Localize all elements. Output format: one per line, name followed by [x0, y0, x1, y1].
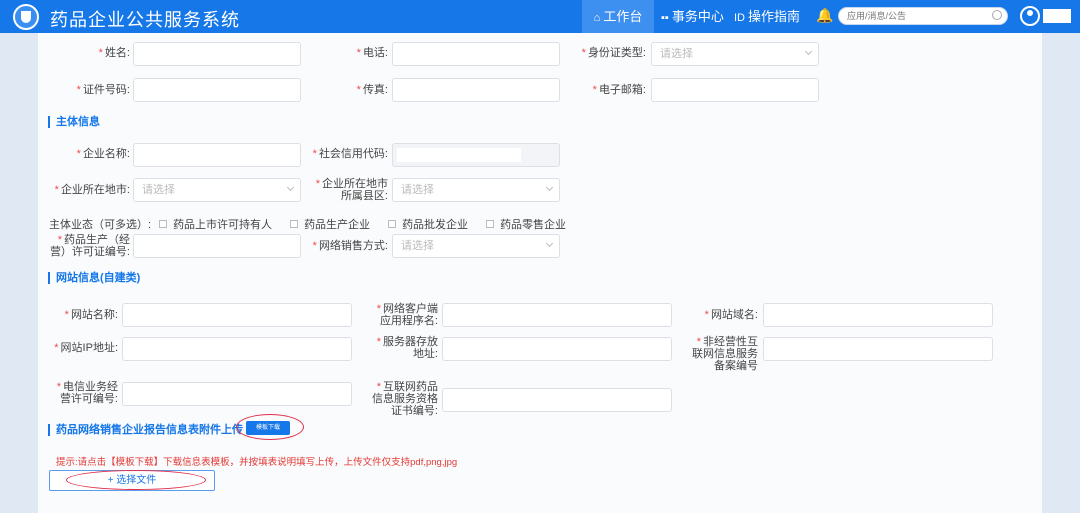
client-name-input[interactable]	[442, 303, 672, 327]
section-subject-info: 主体信息	[48, 116, 100, 128]
icp-label: * 非经营性互 联网信息服务 备案编号	[692, 336, 758, 372]
checkbox-retailer[interactable]: 药品零售企业	[486, 216, 566, 232]
name-input[interactable]	[133, 42, 301, 66]
annotation-circle	[236, 414, 304, 440]
credit-code-label: * 社会信用代码:	[312, 148, 388, 160]
domain-input[interactable]	[763, 303, 993, 327]
section-website-info: 网站信息(自建类)	[48, 272, 140, 284]
drug-info-input[interactable]	[442, 388, 672, 412]
email-label: * 电子邮箱:	[592, 84, 646, 96]
email-input[interactable]	[651, 78, 819, 102]
checkbox-manufacturer[interactable]: 药品生产企业	[290, 216, 370, 232]
user-name[interactable]	[1043, 9, 1071, 23]
chevron-down-icon	[545, 239, 554, 248]
chevron-down-icon	[804, 47, 813, 56]
ip-label: * 网站IP地址:	[54, 342, 118, 354]
name-label: * 姓名:	[98, 47, 130, 59]
license-label: * 药品生产（经 营）许可证编号:	[49, 234, 130, 258]
site-name-label: * 网站名称:	[64, 309, 118, 321]
top-header: 药品企业公共服务系统 ⌂ 工作台 ▪▪ 事务中心 ID 操作指南 🔔	[0, 0, 1080, 33]
section-upload: 药品网络销售企业报告信息表附件上传	[48, 424, 243, 436]
city-label: * 企业所在地市:	[54, 184, 130, 196]
grid-icon: ▪▪	[661, 12, 669, 24]
checkbox-wholesaler[interactable]: 药品批发企业	[388, 216, 468, 232]
server-input[interactable]	[442, 337, 672, 361]
checkbox-box[interactable]	[159, 220, 168, 228]
checkbox-box[interactable]	[290, 220, 299, 228]
id-card-icon: ID	[734, 12, 745, 24]
company-name-input[interactable]	[133, 143, 301, 167]
search-box[interactable]	[838, 7, 1008, 25]
icp-input[interactable]	[763, 337, 993, 361]
checkbox-mah[interactable]: 药品上市许可持有人	[159, 216, 272, 232]
search-icon[interactable]	[992, 10, 1002, 20]
id-number-label: * 证件号码:	[76, 84, 130, 96]
county-select[interactable]: 请选择	[392, 178, 560, 202]
nav-guide[interactable]: ID 操作指南	[734, 0, 800, 33]
telecom-label: * 电信业务经 营许可编号:	[56, 381, 118, 405]
domain-label: * 网站域名:	[704, 309, 758, 321]
app-title: 药品企业公共服务系统	[50, 10, 240, 30]
phone-label: * 电话:	[356, 47, 388, 59]
company-name-label: * 企业名称:	[76, 148, 130, 160]
id-type-label: * 身份证类型:	[581, 47, 646, 59]
upload-hint: 提示:请点击【模板下载】下载信息表模板，并按填表说明填写上传，上传文件仅支持pd…	[56, 457, 458, 468]
credit-code-input[interactable]	[392, 143, 560, 167]
checkbox-box[interactable]	[486, 220, 495, 228]
chevron-down-icon	[286, 183, 295, 192]
drug-info-label: * 互联网药品 信息服务资格 证书编号:	[372, 381, 438, 417]
shield-logo-icon	[13, 4, 39, 30]
fax-input[interactable]	[392, 78, 560, 102]
form-panel	[38, 33, 1042, 513]
city-select[interactable]: 请选择	[133, 178, 301, 202]
site-name-input[interactable]	[122, 303, 352, 327]
user-avatar-icon[interactable]	[1020, 6, 1040, 26]
license-input[interactable]	[133, 234, 301, 258]
annotation-circle	[66, 470, 206, 490]
sales-mode-select[interactable]: 请选择	[392, 234, 560, 258]
sales-mode-label: * 网络销售方式:	[312, 240, 388, 252]
business-type-label: 主体业态（可多选）:	[49, 219, 152, 231]
phone-input[interactable]	[392, 42, 560, 66]
client-name-label: * 网络客户端 应用程序名:	[376, 303, 438, 327]
nav-workbench[interactable]: ⌂ 工作台	[582, 0, 654, 33]
home-icon: ⌂	[593, 12, 601, 24]
county-label: * 企业所在地市 所属县区:	[315, 178, 388, 202]
telecom-input[interactable]	[122, 382, 352, 406]
bell-icon[interactable]: 🔔	[816, 7, 833, 24]
id-type-select[interactable]: 请选择	[651, 42, 819, 66]
ip-input[interactable]	[122, 337, 352, 361]
business-type-group: 主体业态（可多选）: 药品上市许可持有人 药品生产企业 药品批发企业 药品零售企…	[49, 216, 576, 232]
nav-affairs-center[interactable]: ▪▪ 事务中心	[661, 0, 724, 33]
server-label: * 服务器存放 地址:	[376, 336, 438, 360]
chevron-down-icon	[545, 183, 554, 192]
search-input[interactable]	[839, 8, 979, 24]
checkbox-box[interactable]	[388, 220, 397, 228]
id-number-input[interactable]	[133, 78, 301, 102]
fax-label: * 传真:	[356, 84, 388, 96]
